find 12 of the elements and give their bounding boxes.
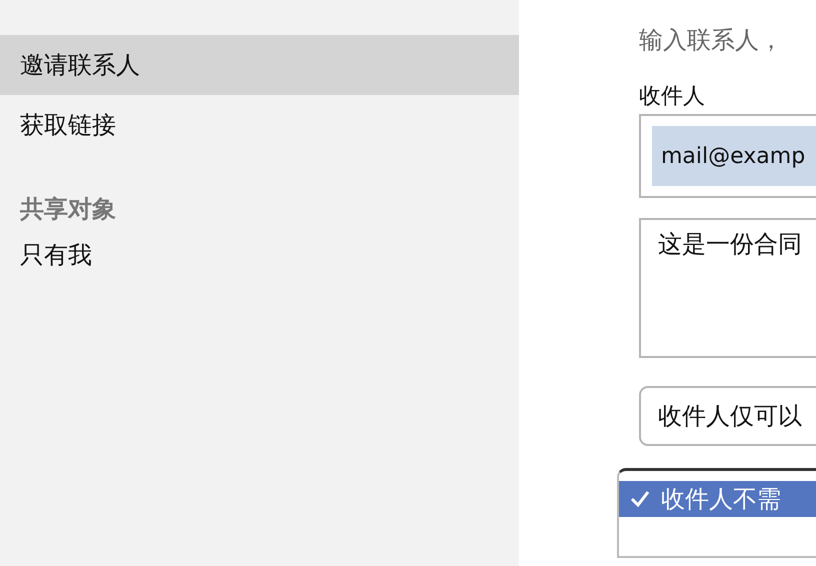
section-heading: 共享对象 bbox=[19, 194, 117, 225]
message-field[interactable]: 这是一份合同 bbox=[639, 218, 816, 358]
checkmark-icon bbox=[629, 488, 651, 510]
permission-dropdown[interactable]: 收件人仅可以 bbox=[639, 386, 816, 446]
sidebar-item[interactable]: 邀请联系人 bbox=[0, 35, 519, 95]
sidebar-item[interactable]: 获取链接 bbox=[0, 95, 519, 155]
recipient-token[interactable]: mail@examp bbox=[652, 126, 816, 186]
hint-text: 输入联系人， bbox=[639, 25, 784, 56]
field-label: 收件人 bbox=[639, 83, 706, 110]
recipients-field[interactable]: mail@examp bbox=[639, 114, 816, 198]
sidebar-item[interactable]: 只有我 bbox=[0, 233, 519, 277]
option-checkbox[interactable]: 收件人不需 bbox=[619, 481, 816, 517]
